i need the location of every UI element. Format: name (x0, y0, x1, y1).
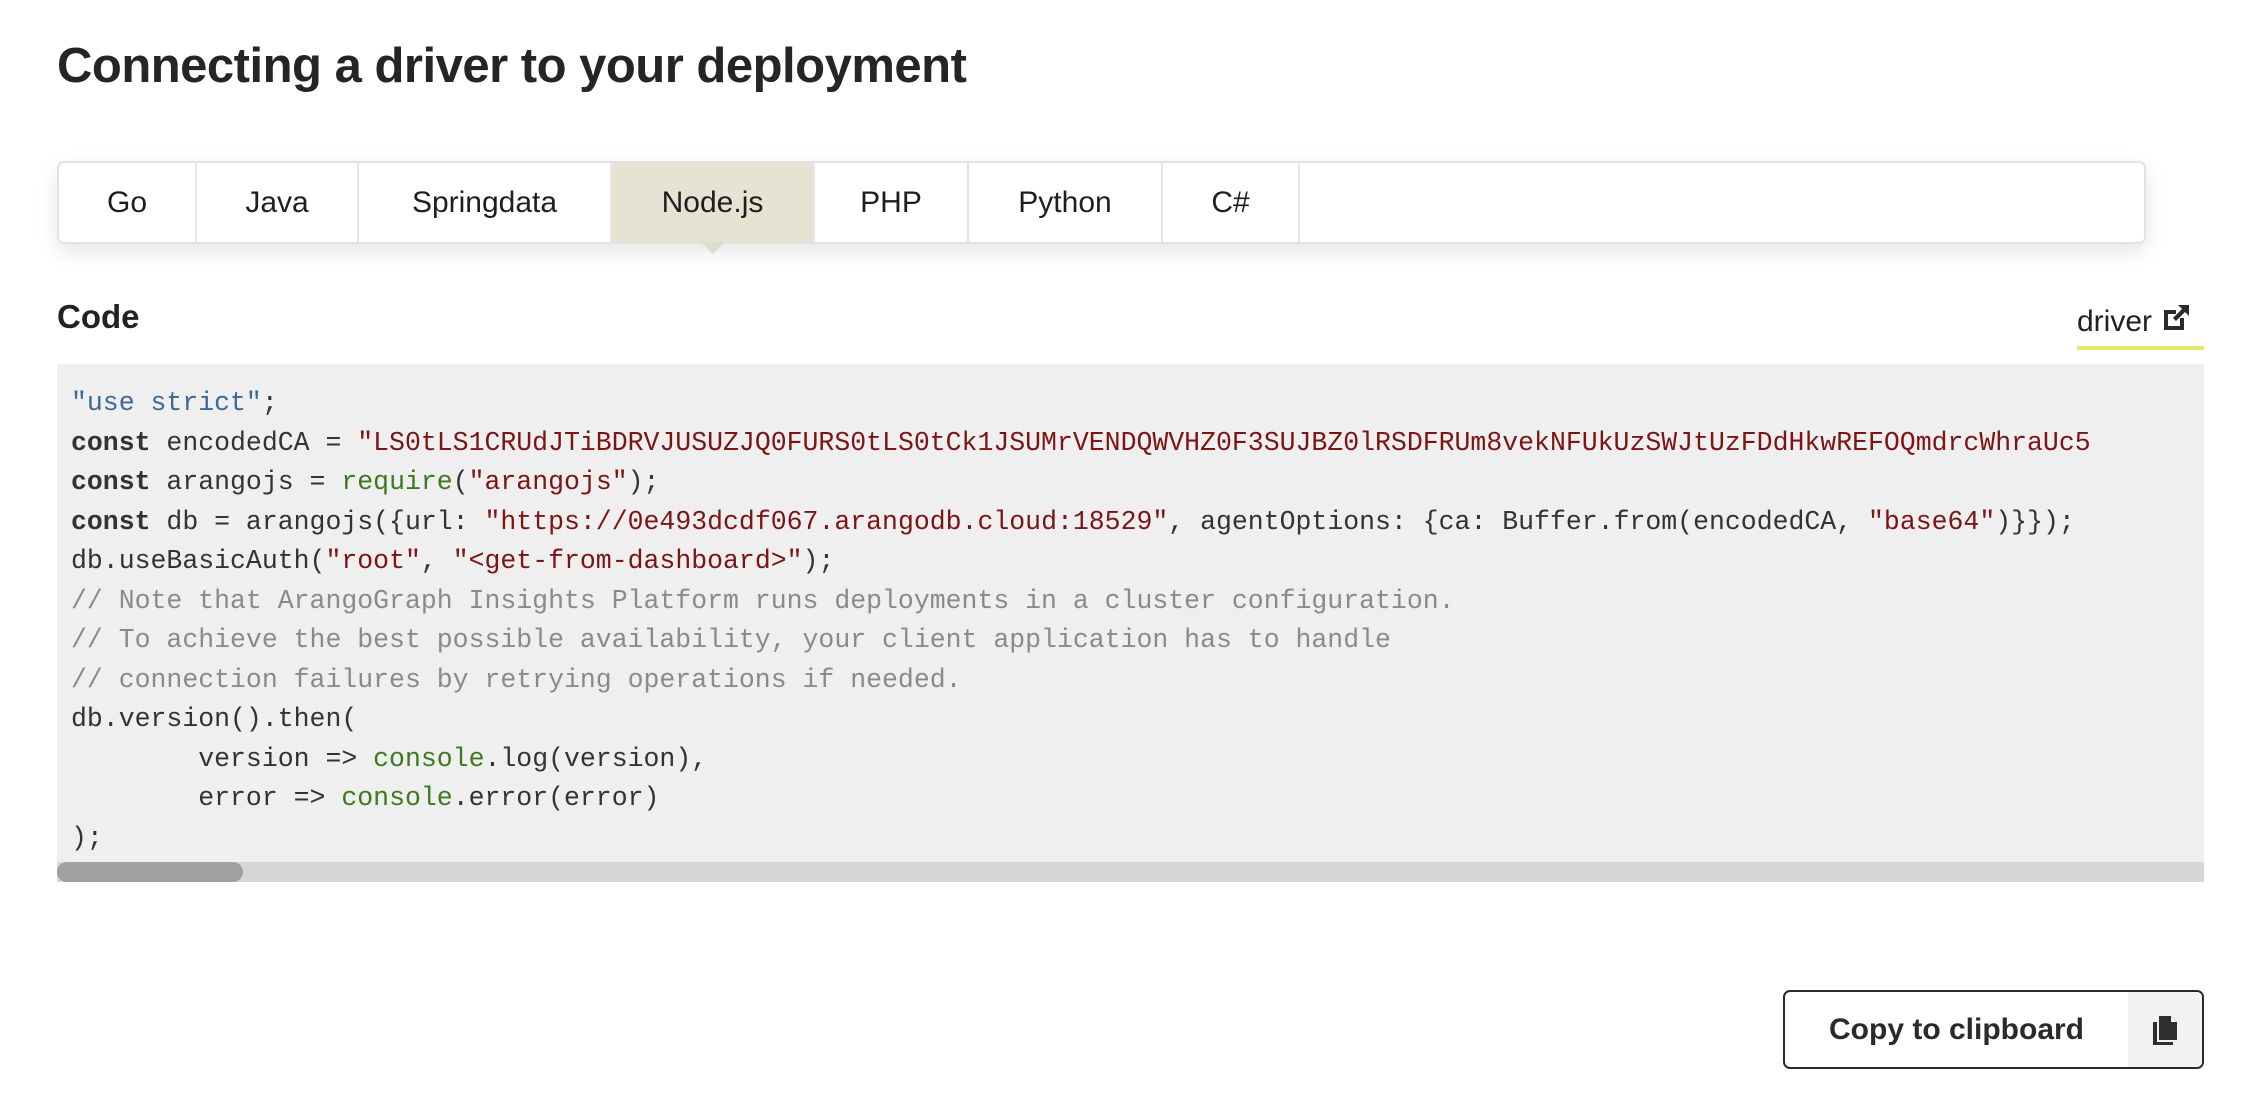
code-token: , (420, 546, 453, 576)
code-token: "root" (325, 546, 421, 576)
copy-icon (2128, 992, 2202, 1067)
code-token: error => (71, 783, 342, 813)
code-token: const (71, 427, 151, 458)
code-token: console (373, 743, 485, 774)
code-token: , agentOptions: {ca: Buffer.from(encoded… (1168, 506, 1869, 537)
code-token: )}}); (1995, 506, 2075, 537)
code-comment: // Note that ArangoGraph Insights Platfo… (71, 585, 1455, 616)
scrollbar-thumb[interactable] (57, 862, 243, 882)
code-token: "LS0tLS1CRUdJTiBDRVJUSUZJQ0FURS0tLS0tCk1… (357, 427, 2091, 458)
tab-python[interactable]: Python (969, 163, 1163, 242)
tab-csharp[interactable]: C# (1163, 163, 1300, 242)
code-block[interactable]: "use strict"; const encodedCA = "LS0tLS1… (57, 364, 2204, 882)
copy-to-clipboard-button[interactable]: Copy to clipboard (1783, 990, 2204, 1069)
code-token: console (341, 783, 453, 813)
tab-java[interactable]: Java (197, 163, 359, 242)
code-token: const (71, 506, 151, 537)
code-token: ( (452, 467, 469, 497)
copy-button-label: Copy to clipboard (1829, 1012, 2084, 1046)
code-token: const (71, 467, 151, 497)
code-token: ); (802, 546, 835, 576)
tab-go[interactable]: Go (59, 163, 197, 242)
code-content: "use strict"; const encodedCA = "LS0tLS1… (71, 384, 2190, 858)
code-token: db = arangojs({url: (150, 506, 485, 537)
code-token: "use strict" (71, 388, 262, 418)
code-heading: Code (57, 298, 140, 335)
code-token: ); (627, 467, 660, 497)
page-title: Connecting a driver to your deployment (57, 39, 967, 93)
tab-nodejs[interactable]: Node.js (612, 163, 815, 242)
code-token: db.version().then( (71, 704, 358, 734)
horizontal-scrollbar[interactable] (57, 862, 2204, 882)
code-token: arangojs = (150, 467, 342, 497)
code-token: db.useBasicAuth( (71, 546, 326, 576)
code-token: "arangojs" (468, 467, 628, 497)
tab-springdata[interactable]: Springdata (359, 163, 612, 242)
code-token: version => (71, 743, 374, 774)
driver-link-label: driver (2077, 305, 2153, 338)
code-token: "<get-from-dashboard>" (452, 546, 803, 576)
code-token: .log(version), (484, 743, 708, 774)
code-token: encodedCA = (150, 427, 358, 458)
code-comment: // To achieve the best possible availabi… (71, 625, 1391, 655)
code-token: "base64" (1868, 506, 1996, 537)
driver-link[interactable]: driver (2077, 302, 2204, 350)
code-token: "https://0e493dcdf067.arangodb.cloud:185… (484, 506, 1169, 537)
external-link-icon (2160, 302, 2192, 342)
code-token: ); (71, 822, 103, 853)
tab-php[interactable]: PHP (815, 163, 969, 242)
language-tabs: Go Java Springdata Node.js PHP Python C# (57, 161, 2146, 244)
code-token: ; (261, 388, 278, 418)
code-comment: // connection failures by retrying opera… (71, 664, 962, 695)
code-token: .error(error) (452, 783, 660, 813)
code-token: require (341, 467, 453, 497)
